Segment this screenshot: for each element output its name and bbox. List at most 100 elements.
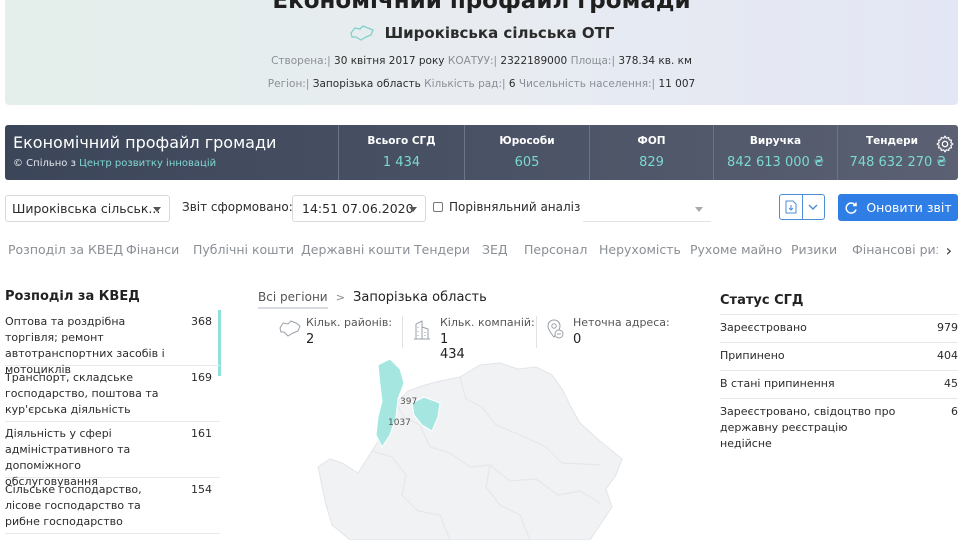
page-title: Економічний профайл громади xyxy=(272,0,691,14)
kpi-value: 0 xyxy=(573,332,582,347)
kved-label: Транспорт, складське господарство, пошто… xyxy=(5,371,159,416)
stat-tenders: Тендери 748 632 270 ₴ xyxy=(837,125,958,180)
list-item[interactable]: Зареєстровано 979 xyxy=(720,314,958,342)
tab-personnel[interactable]: Персонал xyxy=(524,242,587,257)
download-menu-toggle[interactable] xyxy=(801,195,825,219)
tab-real-estate[interactable]: Нерухомість xyxy=(599,242,681,257)
stat-label: Тендери xyxy=(865,135,918,147)
tab-zed[interactable]: ЗЕД xyxy=(482,242,508,257)
meta-koatuu-label: КОАТУУ: xyxy=(447,55,494,67)
meta-population-value: 11 007 xyxy=(658,78,696,90)
kved-count: 154 xyxy=(191,483,212,496)
list-item[interactable]: Оптова та роздрібна торгівля; ремонт авт… xyxy=(5,310,220,376)
stat-label: ФОП xyxy=(637,135,666,147)
chevron-down-icon xyxy=(695,207,703,212)
stat-value: 842 613 000 ₴ xyxy=(727,155,824,170)
kved-count: 169 xyxy=(191,371,212,384)
banner-title: Економічний профайл громади xyxy=(13,133,277,152)
map-region-outline xyxy=(317,362,623,540)
download-button-group[interactable] xyxy=(779,194,825,220)
meta-councils-value: 6 xyxy=(508,78,516,90)
divider xyxy=(402,316,403,348)
kpi-label: Кільк. компаній: xyxy=(440,316,535,329)
list-item[interactable]: Транспорт, складське господарство, пошто… xyxy=(5,366,220,422)
tab-finance[interactable]: Фінанси xyxy=(126,242,179,257)
status-list: Зареєстровано 979 Припинено 404 В стані … xyxy=(720,314,958,458)
partner-link[interactable]: Центр розвитку інновацій xyxy=(79,158,216,169)
list-item[interactable]: Припинено 404 xyxy=(720,342,958,370)
map-label: 397 xyxy=(400,397,417,407)
location-pin-icon xyxy=(547,319,564,339)
tab-tenders[interactable]: Тендери xyxy=(414,242,470,257)
tab-state-funds[interactable]: Державні кошти xyxy=(301,242,410,257)
meta-line-1: Створена:| 30 квітня 2017 року КОАТУУ:| … xyxy=(271,55,692,67)
profile-header: Економічний профайл громади Широківська … xyxy=(5,0,958,105)
refresh-icon xyxy=(845,201,858,214)
list-item[interactable]: В стані припинення 45 xyxy=(720,370,958,398)
chevron-down-icon xyxy=(153,207,161,212)
stat-total-sgd: Всього СГД 1 434 xyxy=(338,125,464,180)
breadcrumb-current: Запорізька область xyxy=(353,290,487,305)
refresh-report-button[interactable]: Оновити звіт xyxy=(838,194,958,221)
meta-area-value: 378.34 кв. км xyxy=(618,55,692,67)
list-item[interactable]: Зареєстровано, свідоцтво про державну ре… xyxy=(720,398,958,458)
status-count: 6 xyxy=(951,405,958,418)
stat-label: Виручка xyxy=(749,135,802,147)
tab-public-funds[interactable]: Публічні кошти xyxy=(193,242,294,257)
meta-line-2: Регіон:| Запорізька область Кількість ра… xyxy=(267,78,696,90)
stat-value: 748 632 270 ₴ xyxy=(849,155,947,170)
stat-value: 829 xyxy=(639,155,664,170)
gear-icon[interactable] xyxy=(935,134,955,154)
divider xyxy=(536,316,537,348)
kved-label: Сільське господарство, лісове господарст… xyxy=(5,483,142,528)
kved-title: Розподіл за КВЕД xyxy=(5,289,140,304)
tab-risks[interactable]: Ризики xyxy=(791,242,837,257)
report-date-select[interactable]: 14:51 07.06.2020 xyxy=(292,195,426,222)
breadcrumb-all-regions[interactable]: Всі регіони xyxy=(258,290,328,309)
kved-count: 161 xyxy=(191,427,212,440)
banner-copyright: © Спільно з Центр розвитку інновацій xyxy=(13,158,216,169)
meta-region-label: Регіон: xyxy=(267,78,306,90)
chevron-right-icon[interactable]: › xyxy=(946,241,952,260)
stat-fop: ФОП 829 xyxy=(589,125,713,180)
status-count: 45 xyxy=(944,377,958,390)
download-button[interactable] xyxy=(780,195,802,219)
tab-financial-risks[interactable]: Фінансові ризи xyxy=(852,242,938,257)
community-name: Широківська сільська ОТГ xyxy=(384,24,615,42)
status-count: 979 xyxy=(937,321,958,334)
community-select-value: Широківська сільськ... xyxy=(12,201,161,216)
status-count: 404 xyxy=(937,349,958,362)
checkbox-box[interactable] xyxy=(433,202,443,212)
chevron-down-icon xyxy=(409,207,417,212)
meta-created-label: Створена: xyxy=(271,55,328,67)
chevron-down-icon xyxy=(808,204,818,210)
breadcrumb: Всі регіони > Запорізька область xyxy=(258,286,487,309)
stat-revenue: Виручка 842 613 000 ₴ xyxy=(713,125,837,180)
region-map[interactable]: 397 1037 xyxy=(300,355,630,540)
stat-label: Юрособи xyxy=(499,135,555,147)
building-icon xyxy=(414,320,430,340)
list-item[interactable]: Сільське господарство, лісове господарст… xyxy=(5,478,220,534)
meta-region-value: Запорізька область xyxy=(312,78,421,90)
list-item[interactable]: Діяльність у сфері адміністративного та … xyxy=(5,422,220,488)
meta-area-label: Площа: xyxy=(570,55,612,67)
meta-created-value: 30 квітня 2017 року xyxy=(334,55,445,67)
compare-label: Порівняльний аналіз xyxy=(449,200,581,214)
section-tabs: Розподіл за КВЕД Фінанси Публічні кошти … xyxy=(0,240,960,262)
status-title: Статус СГД xyxy=(720,293,804,308)
meta-councils-label: Кількість рад: xyxy=(424,78,502,90)
stat-legal-entities: Юрособи 605 xyxy=(464,125,589,180)
region-map-icon xyxy=(349,25,374,41)
compare-select[interactable] xyxy=(583,195,711,222)
community-select[interactable]: Широківська сільськ... xyxy=(5,195,170,222)
kpi-label: Неточна адреса: xyxy=(573,316,670,329)
breadcrumb-separator: > xyxy=(335,291,345,304)
copyright-prefix: © Спільно з xyxy=(13,158,76,169)
kpi-label: Кільк. районів: xyxy=(306,316,393,329)
tab-movable-property[interactable]: Рухоме майно xyxy=(690,242,782,257)
compare-checkbox[interactable]: Порівняльний аналіз xyxy=(433,200,580,214)
report-date-value: 14:51 07.06.2020 xyxy=(302,201,414,216)
meta-population-label: Чисельність населення: xyxy=(518,78,652,90)
tab-kved[interactable]: Розподіл за КВЕД xyxy=(8,242,123,257)
report-generated-label: Звіт сформовано: xyxy=(182,200,293,214)
